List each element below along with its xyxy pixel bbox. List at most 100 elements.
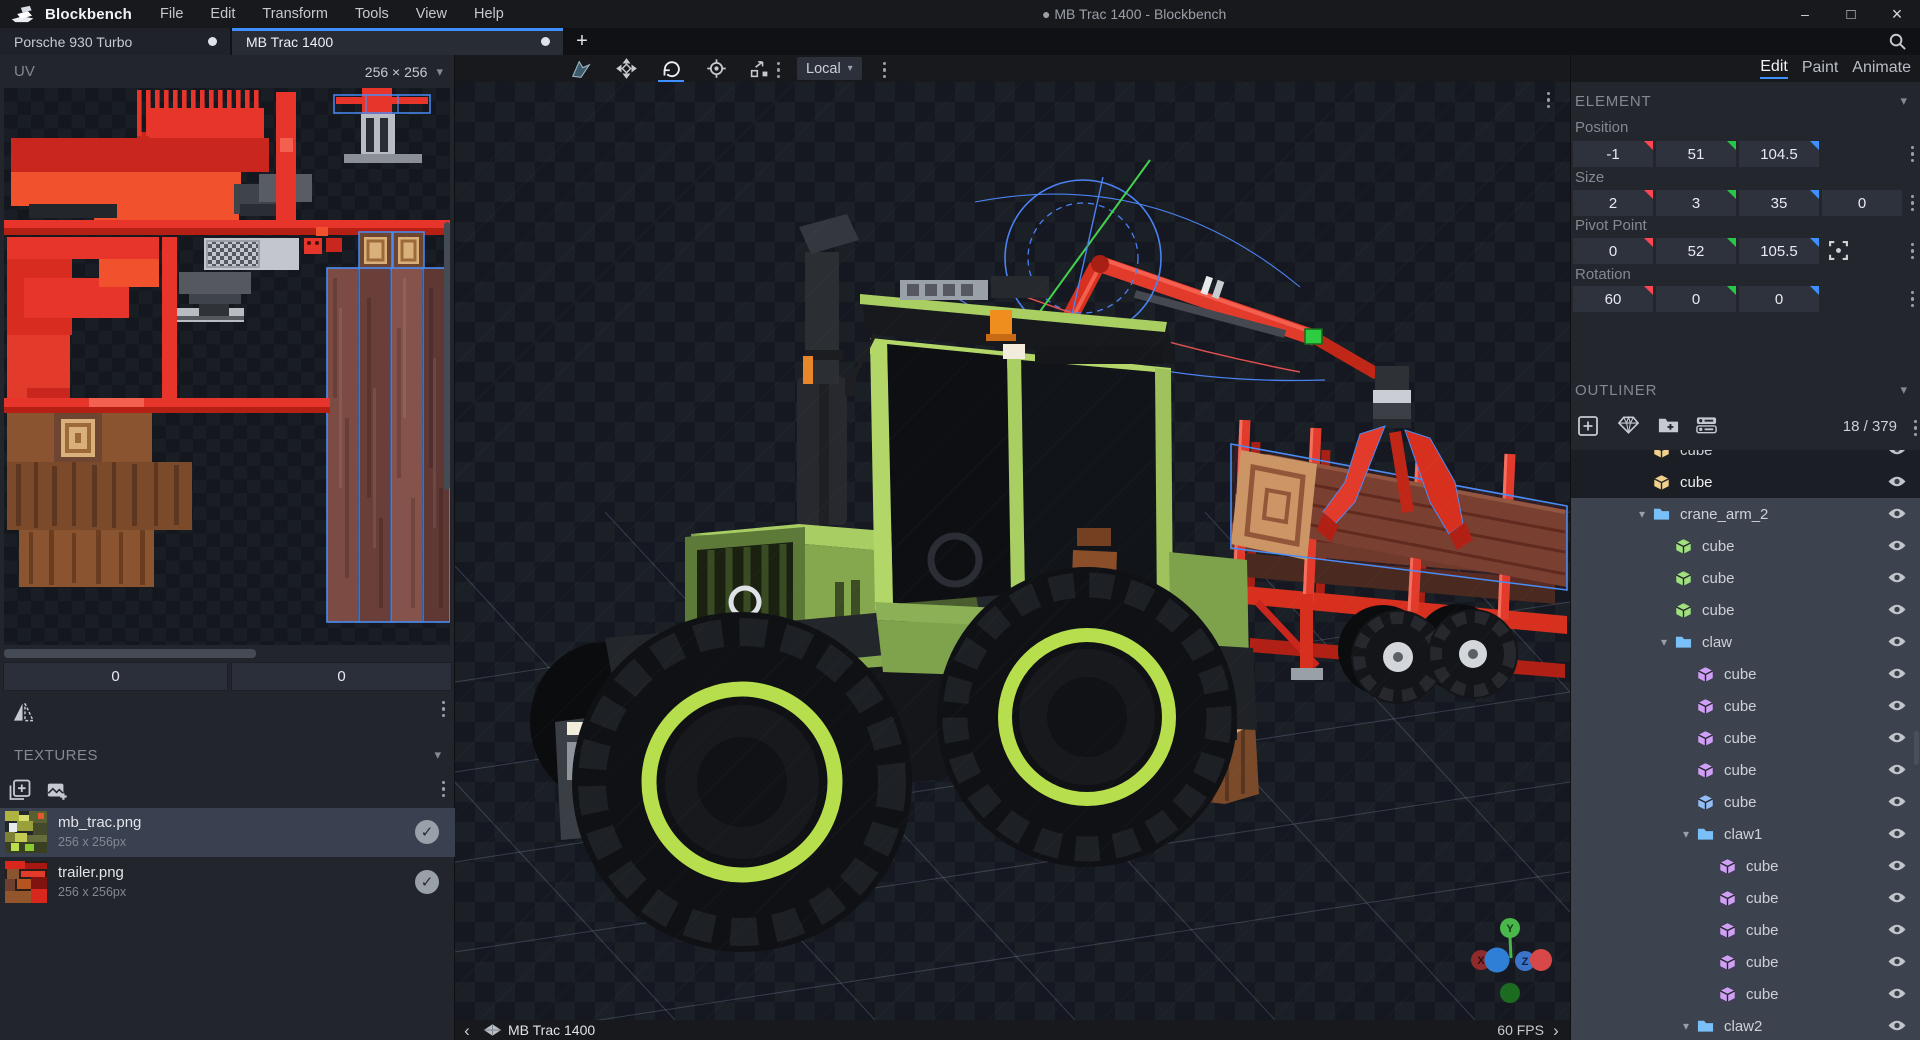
outliner-row-claw1[interactable]: ▾ claw1 bbox=[1571, 818, 1920, 850]
menu-help[interactable]: Help bbox=[474, 6, 504, 22]
tab-porsche-930-turbo[interactable]: Porsche 930 Turbo bbox=[0, 28, 230, 55]
outliner-row-claw[interactable]: ▾ claw bbox=[1571, 626, 1920, 658]
visibility-eye-icon[interactable] bbox=[1887, 1019, 1907, 1032]
row-menu-dots-icon[interactable] bbox=[1910, 146, 1914, 163]
mode-tab-edit[interactable]: Edit bbox=[1760, 58, 1788, 79]
menu-file[interactable]: File bbox=[160, 6, 183, 22]
scrollbar-thumb[interactable] bbox=[4, 649, 256, 658]
tab-mb-trac-1400[interactable]: MB Trac 1400 bbox=[232, 28, 563, 55]
rotate-tool-icon[interactable] bbox=[653, 55, 689, 83]
prev-model-chevron-icon[interactable]: ‹ bbox=[455, 1022, 479, 1039]
pivot-focus-icon[interactable] bbox=[1828, 240, 1850, 262]
outliner-row-claw2[interactable]: ▾ claw2 bbox=[1571, 1010, 1920, 1040]
pivot-point-input-x[interactable]: 0 bbox=[1573, 238, 1653, 264]
outliner-section-header[interactable]: OUTLINER ▾ bbox=[1571, 377, 1920, 403]
visibility-eye-icon[interactable] bbox=[1887, 507, 1907, 520]
textures-menu-dots-icon[interactable] bbox=[441, 781, 445, 798]
outliner-row-cube[interactable]: cube bbox=[1571, 946, 1920, 978]
visibility-eye-icon[interactable] bbox=[1887, 635, 1907, 648]
menu-edit[interactable]: Edit bbox=[210, 6, 235, 22]
transform-space-dropdown[interactable]: Local ▾ bbox=[797, 57, 862, 80]
uv-horizontal-scrollbar[interactable] bbox=[4, 649, 450, 658]
outliner-row-cube[interactable]: cube bbox=[1571, 850, 1920, 882]
visibility-eye-icon[interactable] bbox=[1887, 795, 1907, 808]
texture-enabled-check-icon[interactable]: ✓ bbox=[415, 870, 439, 894]
position-input-y[interactable]: 51 bbox=[1656, 141, 1736, 167]
outliner-row-cube[interactable]: cube bbox=[1571, 882, 1920, 914]
uv-menu-dots-icon[interactable] bbox=[441, 701, 445, 718]
position-input-z[interactable]: 104.5 bbox=[1739, 141, 1819, 167]
toolbar-dots-icon[interactable] bbox=[883, 62, 887, 79]
outliner-row-cube[interactable]: cube bbox=[1571, 450, 1920, 466]
visibility-eye-icon[interactable] bbox=[1887, 955, 1907, 968]
visibility-eye-icon[interactable] bbox=[1887, 763, 1907, 776]
search-icon[interactable] bbox=[1888, 32, 1908, 52]
texture-item-mb-trac[interactable]: mb_trac.png 256 x 256px ✓ bbox=[0, 808, 455, 857]
pivot-tool-icon[interactable] bbox=[698, 55, 734, 82]
resize-tool-icon[interactable] bbox=[741, 55, 777, 82]
visibility-eye-icon[interactable] bbox=[1887, 731, 1907, 744]
visibility-eye-icon[interactable] bbox=[1887, 603, 1907, 616]
visibility-eye-icon[interactable] bbox=[1887, 667, 1907, 680]
visibility-eye-icon[interactable] bbox=[1887, 923, 1907, 936]
outliner-scrollbar-thumb[interactable] bbox=[1914, 731, 1919, 765]
uv-editor-canvas[interactable] bbox=[4, 88, 450, 645]
chevron-down-icon[interactable]: ▾ bbox=[434, 747, 441, 763]
visibility-eye-icon[interactable] bbox=[1887, 891, 1907, 904]
outliner-row-cube[interactable]: cube bbox=[1571, 562, 1920, 594]
add-group-folder-icon[interactable] bbox=[1657, 415, 1680, 435]
mirror-icon[interactable] bbox=[12, 701, 35, 723]
visibility-eye-icon[interactable] bbox=[1887, 475, 1907, 488]
outliner-row-cube[interactable]: cube bbox=[1571, 466, 1920, 498]
move-tool-icon[interactable] bbox=[608, 55, 644, 82]
outliner-row-crane_arm_2[interactable]: ▾ crane_arm_2 bbox=[1571, 498, 1920, 530]
add-mesh-gem-icon[interactable] bbox=[1617, 415, 1640, 435]
uv-slider-left[interactable]: 0 bbox=[3, 662, 228, 691]
outliner-row-cube[interactable]: cube bbox=[1571, 530, 1920, 562]
outliner-row-cube[interactable]: cube bbox=[1571, 658, 1920, 690]
new-tab-button[interactable]: + bbox=[563, 28, 601, 55]
mode-tab-animate[interactable]: Animate bbox=[1852, 59, 1911, 78]
outliner-row-cube[interactable]: cube bbox=[1571, 786, 1920, 818]
viewport-menu-dots-icon[interactable] bbox=[1546, 92, 1550, 109]
visibility-eye-icon[interactable] bbox=[1887, 539, 1907, 552]
visibility-eye-icon[interactable] bbox=[1887, 450, 1907, 456]
expand-chevron-icon[interactable]: ▾ bbox=[1653, 635, 1675, 649]
pivot-point-input-y[interactable]: 52 bbox=[1656, 238, 1736, 264]
outliner-row-cube[interactable]: cube bbox=[1571, 978, 1920, 1010]
outliner-row-cube[interactable]: cube bbox=[1571, 594, 1920, 626]
visibility-eye-icon[interactable] bbox=[1887, 699, 1907, 712]
position-input-x[interactable]: -1 bbox=[1573, 141, 1653, 167]
row-menu-dots-icon[interactable] bbox=[1910, 195, 1914, 212]
outliner-row-cube[interactable]: cube bbox=[1571, 722, 1920, 754]
element-section-header[interactable]: ELEMENT ▾ bbox=[1571, 88, 1920, 114]
expand-chevron-icon[interactable]: ▾ bbox=[1675, 827, 1697, 841]
rotation-input-z[interactable]: 0 bbox=[1739, 286, 1819, 312]
visibility-eye-icon[interactable] bbox=[1887, 571, 1907, 584]
row-menu-dots-icon[interactable] bbox=[1910, 291, 1914, 308]
select-tool-icon[interactable] bbox=[563, 55, 599, 82]
row-menu-dots-icon[interactable] bbox=[1910, 243, 1914, 260]
size-input-z[interactable]: 35 bbox=[1739, 190, 1819, 216]
next-model-chevron-icon[interactable]: › bbox=[1544, 1022, 1568, 1039]
maximize-button[interactable]: □ bbox=[1828, 0, 1874, 28]
rotation-input-x[interactable]: 60 bbox=[1573, 286, 1653, 312]
close-button[interactable]: × bbox=[1874, 0, 1920, 28]
rotation-input-y[interactable]: 0 bbox=[1656, 286, 1736, 312]
menu-view[interactable]: View bbox=[416, 6, 447, 22]
visibility-eye-icon[interactable] bbox=[1887, 827, 1907, 840]
pivot-point-input-z[interactable]: 105.5 bbox=[1739, 238, 1819, 264]
viewport-3d-canvas[interactable]: Y X Z bbox=[455, 82, 1570, 1020]
import-texture-icon[interactable] bbox=[8, 778, 32, 802]
size-input-y[interactable]: 3 bbox=[1656, 190, 1736, 216]
outliner-row-cube[interactable]: cube bbox=[1571, 690, 1920, 722]
toolbar-dots-icon[interactable] bbox=[777, 62, 781, 79]
create-texture-icon[interactable] bbox=[46, 780, 68, 802]
outliner-row-cube[interactable]: cube bbox=[1571, 914, 1920, 946]
minimize-button[interactable]: – bbox=[1782, 0, 1828, 28]
texture-enabled-check-icon[interactable]: ✓ bbox=[415, 820, 439, 844]
add-cube-icon[interactable] bbox=[1577, 415, 1599, 437]
outliner-toggle-mode-icon[interactable] bbox=[1695, 415, 1718, 435]
expand-chevron-icon[interactable]: ▾ bbox=[1675, 1019, 1697, 1033]
chevron-down-icon[interactable]: ▾ bbox=[436, 64, 443, 80]
